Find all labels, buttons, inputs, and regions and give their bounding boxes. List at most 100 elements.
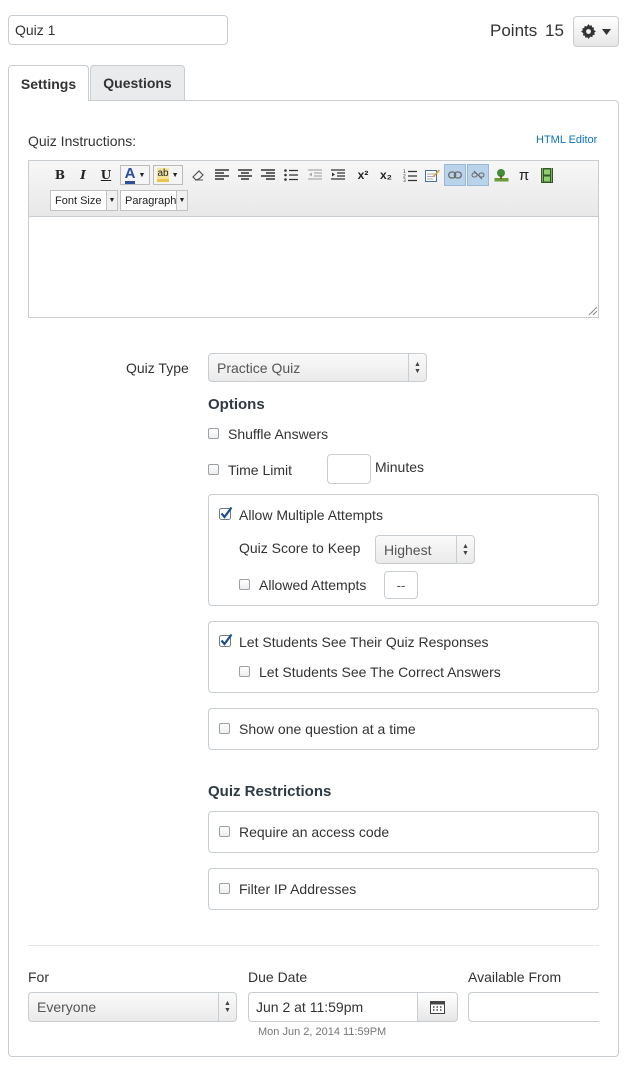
- quiz-title-input[interactable]: [8, 15, 228, 45]
- italic-label: I: [80, 168, 86, 182]
- highlight-icon: ab: [157, 168, 169, 182]
- filter-ip-checkbox[interactable]: [219, 883, 230, 894]
- font-color-icon: A: [124, 164, 136, 184]
- points-label: Points: [490, 21, 538, 40]
- font-size-label: Font Size: [55, 194, 102, 207]
- settings-menu-button[interactable]: [573, 16, 619, 47]
- unlink-icon: [471, 170, 485, 180]
- shuffle-answers-checkbox[interactable]: [208, 428, 219, 439]
- bullet-list-button[interactable]: [281, 165, 301, 185]
- multiple-attempts-checkbox[interactable]: [219, 506, 233, 520]
- font-color-button[interactable]: A ▼: [120, 165, 150, 185]
- time-limit-checkbox[interactable]: [208, 464, 219, 475]
- due-date-calendar-button[interactable]: [417, 992, 458, 1022]
- font-size-dropdown-icon: ▼: [106, 191, 117, 210]
- score-to-keep-value: Highest: [384, 541, 432, 558]
- multiple-attempts-label: Allow Multiple Attempts: [239, 507, 383, 523]
- html-editor-link[interactable]: HTML Editor: [536, 134, 597, 146]
- gear-icon: [581, 24, 596, 39]
- bullet-list-icon: [284, 169, 298, 181]
- options-heading: Options: [208, 396, 265, 413]
- highlight-dropdown-icon: ▼: [171, 171, 179, 179]
- underline-button[interactable]: U: [96, 165, 116, 185]
- eraser-button[interactable]: [188, 165, 208, 185]
- subscript-button[interactable]: x₂: [376, 165, 396, 185]
- align-right-button[interactable]: [258, 165, 278, 185]
- film-icon: [541, 167, 553, 183]
- assign-to-value: Everyone: [37, 999, 97, 1015]
- subscript-icon: x₂: [379, 168, 392, 182]
- due-date-value: Jun 2 at 11:59pm: [256, 999, 364, 1015]
- paragraph-select[interactable]: Paragraph ▼: [120, 190, 188, 211]
- filter-ip-label: Filter IP Addresses: [239, 881, 357, 897]
- quiz-type-value: Practice Quiz: [217, 359, 301, 376]
- outdent-icon: [308, 169, 322, 180]
- font-color-dropdown-icon: ▼: [138, 171, 146, 179]
- bold-label: B: [54, 168, 66, 182]
- link-button[interactable]: [444, 164, 466, 186]
- due-date-input[interactable]: Jun 2 at 11:59pm: [248, 992, 418, 1022]
- see-correct-answers-label: Let Students See The Correct Answers: [259, 664, 501, 680]
- resize-grip-icon[interactable]: [588, 306, 598, 316]
- superscript-button[interactable]: x²: [353, 165, 373, 185]
- tab-questions-label: Questions: [103, 75, 172, 91]
- numbered-list-icon: 123: [403, 169, 417, 182]
- time-limit-input[interactable]: [327, 454, 371, 484]
- quiz-type-select[interactable]: Practice Quiz ▲ ▼: [208, 353, 427, 382]
- link-icon: [448, 171, 462, 179]
- insert-image-button[interactable]: [491, 165, 511, 185]
- quiz-restrictions-heading: Quiz Restrictions: [208, 783, 332, 800]
- align-center-icon: [238, 169, 252, 180]
- align-left-button[interactable]: [212, 165, 232, 185]
- align-right-icon: [261, 169, 275, 180]
- bold-button[interactable]: B: [50, 165, 70, 185]
- table-edit-button[interactable]: [422, 165, 442, 185]
- tab-settings[interactable]: Settings: [8, 65, 89, 101]
- access-code-checkbox[interactable]: [219, 826, 230, 837]
- allowed-attempts-input[interactable]: --: [384, 571, 418, 599]
- superscript-icon: x²: [357, 168, 369, 182]
- unlink-button[interactable]: [467, 164, 489, 186]
- paragraph-dropdown-icon: ▼: [176, 191, 187, 210]
- allowed-attempts-checkbox[interactable]: [239, 579, 250, 590]
- font-size-select[interactable]: Font Size ▼: [50, 190, 118, 211]
- see-correct-answers-checkbox[interactable]: [239, 666, 250, 677]
- indent-button[interactable]: [328, 165, 348, 185]
- insert-media-button[interactable]: [537, 165, 557, 185]
- assign-to-select[interactable]: Everyone ▲ ▼: [28, 992, 237, 1022]
- select-arrows-icon: ▲ ▼: [456, 536, 474, 563]
- one-question-label: Show one question at a time: [239, 721, 416, 737]
- section-divider: [28, 945, 599, 946]
- caret-down-icon: [602, 28, 611, 35]
- see-responses-checkbox[interactable]: [219, 633, 233, 647]
- allowed-attempts-label: Allowed Attempts: [259, 577, 367, 593]
- shuffle-answers-label: Shuffle Answers: [228, 426, 329, 442]
- select-arrows-icon: ▲ ▼: [218, 993, 236, 1021]
- instructions-label: Quiz Instructions:: [28, 133, 137, 149]
- access-code-label: Require an access code: [239, 824, 390, 840]
- math-equation-button[interactable]: π: [514, 165, 534, 185]
- underline-label: U: [100, 168, 112, 182]
- paragraph-label: Paragraph: [125, 194, 177, 207]
- pi-icon: π: [518, 166, 530, 184]
- quiz-type-label: Quiz Type: [126, 360, 189, 376]
- select-arrows-icon: ▲ ▼: [408, 354, 426, 381]
- edit-table-icon: [424, 169, 440, 182]
- score-to-keep-select[interactable]: Highest ▲ ▼: [375, 535, 475, 564]
- minutes-label: Minutes: [375, 459, 425, 475]
- points-value: 15: [545, 21, 564, 40]
- highlight-color-button[interactable]: ab ▼: [153, 165, 183, 185]
- one-question-checkbox[interactable]: [219, 723, 230, 734]
- due-date-label: Due Date: [248, 969, 308, 985]
- calendar-icon: [430, 1001, 445, 1014]
- align-center-button[interactable]: [235, 165, 255, 185]
- eraser-icon: [192, 170, 204, 181]
- italic-button[interactable]: I: [73, 165, 93, 185]
- tab-questions[interactable]: Questions: [90, 65, 185, 100]
- numbered-list-button[interactable]: 123: [400, 165, 420, 185]
- available-from-input[interactable]: [468, 992, 599, 1022]
- indent-icon: [331, 169, 345, 180]
- image-icon: [494, 169, 508, 182]
- available-from-label: Available From: [468, 969, 562, 985]
- outdent-button[interactable]: [305, 165, 325, 185]
